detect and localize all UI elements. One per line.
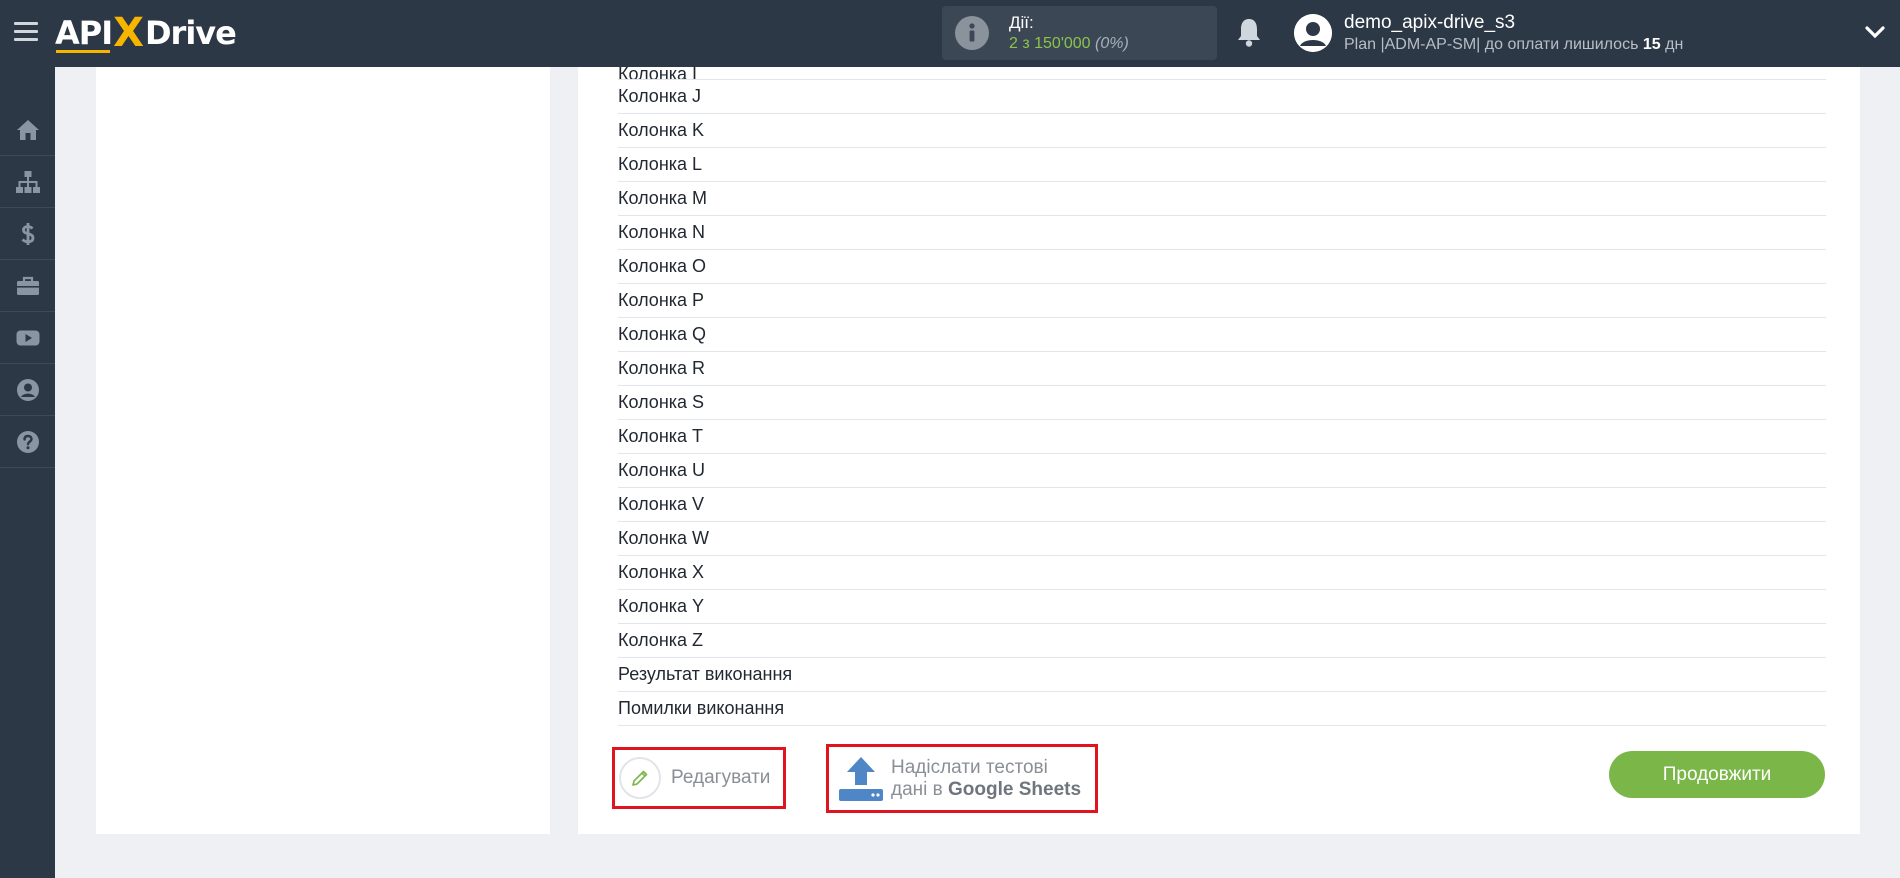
list-item: Колонка K (618, 114, 1826, 148)
list-item: Колонка N (618, 216, 1826, 250)
chevron-down-icon[interactable] (1864, 24, 1886, 40)
list-item: Колонка L (618, 148, 1826, 182)
edit-button[interactable]: Редагувати (612, 747, 786, 809)
hamburger-menu-icon[interactable] (14, 22, 38, 42)
list-item: Колонка V (618, 488, 1826, 522)
left-panel (96, 67, 550, 834)
sidebar-item-profile[interactable] (0, 364, 55, 416)
list-item: Колонка X (618, 556, 1826, 590)
actions-counter[interactable]: Дії: 2 з 150'000 (0%) (942, 6, 1217, 60)
list-item: Колонка P (618, 284, 1826, 318)
user-name[interactable]: demo_apix-drive_s3 (1344, 12, 1515, 34)
list-item: Колонка J (618, 80, 1826, 114)
edit-button-label: Редагувати (671, 767, 771, 788)
sitemap-icon (15, 170, 40, 193)
list-item: Колонка Y (618, 590, 1826, 624)
list-item: Результат виконання (618, 658, 1826, 692)
user-icon (16, 378, 39, 401)
sidebar-item-video[interactable] (0, 312, 55, 364)
list-item: Колонка O (618, 250, 1826, 284)
column-list: Колонка I Колонка J Колонка K Колонка L Кол… (618, 54, 1826, 726)
sidebar (0, 67, 55, 878)
briefcase-icon (16, 276, 39, 295)
list-item: Колонка M (618, 182, 1826, 216)
continue-button[interactable]: Продовжити (1609, 751, 1825, 798)
send-test-data-button[interactable]: Надіслати тестові дані в Google Sheets (826, 744, 1098, 813)
dollar-icon (21, 222, 34, 245)
list-item: Колонка T (618, 420, 1826, 454)
actions-count: 2 з 150'000 (0%) (1009, 35, 1129, 52)
list-item: Колонка U (618, 454, 1826, 488)
sidebar-item-services[interactable] (0, 260, 55, 312)
send-test-data-label: Надіслати тестові дані в Google Sheets (891, 756, 1082, 800)
list-item: Колонка Z (618, 624, 1826, 658)
youtube-icon (16, 330, 39, 345)
list-item: Колонка S (618, 386, 1826, 420)
pencil-icon (619, 757, 661, 799)
list-item: Колонка R (618, 352, 1826, 386)
list-item: Колонка W (618, 522, 1826, 556)
plan-info: Plan |ADM-AP-SM| до оплати лишилось 15 д… (1344, 36, 1684, 53)
upload-icon (839, 756, 883, 801)
logo-underline (56, 50, 110, 53)
field-mapping-panel: Колонка I Колонка J Колонка K Колонка L Кол… (578, 64, 1860, 834)
actions-label: Дії: (1009, 13, 1034, 32)
list-item: Помилки виконання (618, 692, 1826, 726)
sidebar-item-connections[interactable] (0, 156, 55, 208)
list-item-partial: Колонка I (618, 54, 1826, 80)
notifications-bell-icon[interactable] (1234, 16, 1264, 48)
list-item: Колонка Q (618, 318, 1826, 352)
home-icon (16, 119, 39, 140)
sidebar-item-billing[interactable] (0, 208, 55, 260)
sidebar-item-help[interactable] (0, 416, 55, 468)
help-icon (16, 430, 39, 453)
sidebar-item-home[interactable] (0, 104, 55, 156)
user-avatar-icon[interactable] (1294, 14, 1332, 52)
info-icon (955, 16, 989, 50)
